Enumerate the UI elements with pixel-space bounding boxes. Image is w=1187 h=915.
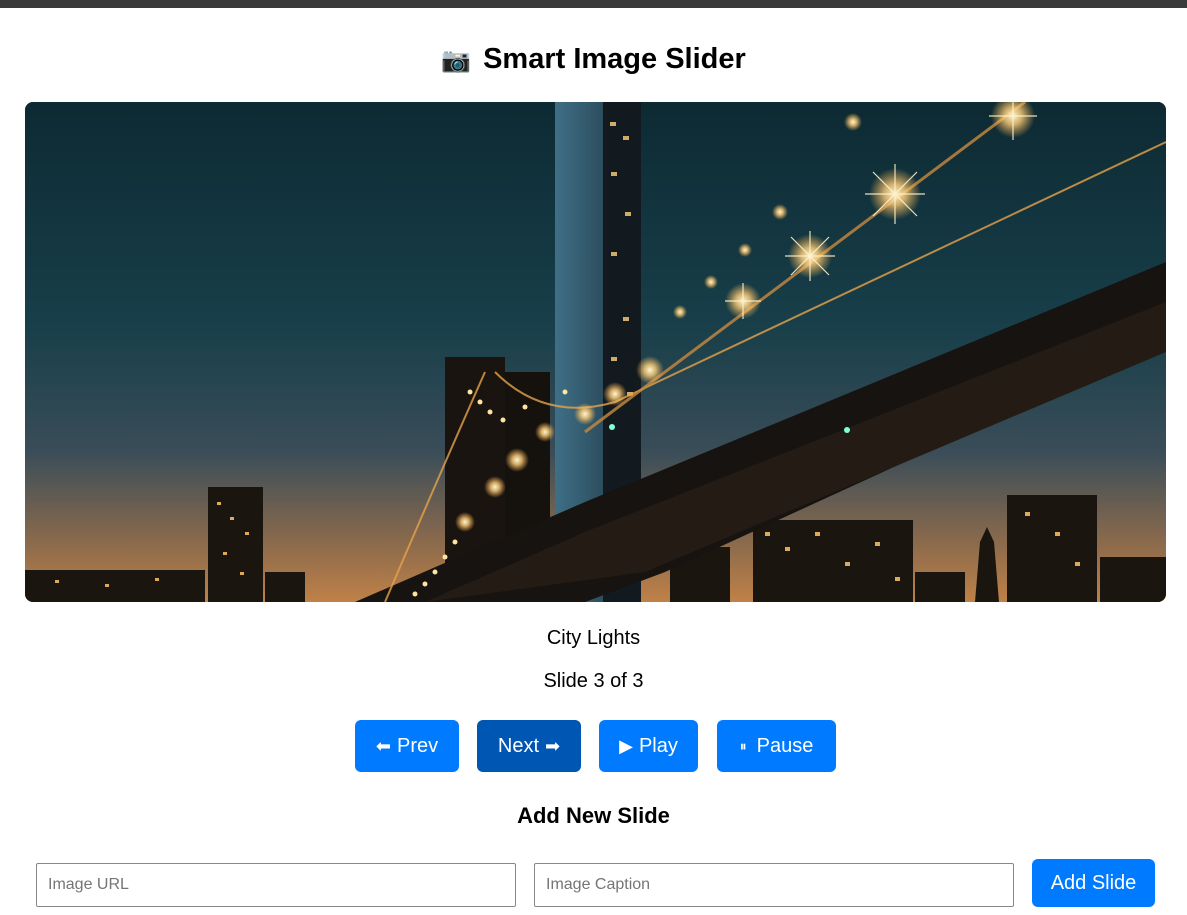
play-icon: ▶ <box>619 735 633 756</box>
page-title: 📷 Smart Image Slider <box>0 40 1187 78</box>
pause-icon: ⏸ <box>739 737 747 754</box>
city-bridge-night-image <box>25 102 1166 602</box>
next-button[interactable]: Next ➡ <box>477 720 581 772</box>
add-slide-heading: Add New Slide <box>517 803 670 828</box>
image-caption-input[interactable] <box>534 863 1014 907</box>
prev-button[interactable]: ⬅ Prev <box>355 720 459 772</box>
arrow-left-icon: ⬅ <box>375 735 391 756</box>
prev-button-label: Prev <box>396 734 439 757</box>
slide-caption: City Lights <box>546 627 641 649</box>
window-top-bar <box>0 0 1187 8</box>
slide-image <box>25 102 1166 602</box>
play-button-label: Play <box>638 734 678 757</box>
image-url-input[interactable] <box>36 863 516 907</box>
play-button[interactable]: ▶ Play <box>599 720 698 772</box>
camera-icon: 📷 <box>441 47 472 74</box>
page-title-text: Smart Image Slider <box>483 43 746 75</box>
slide-counter: Slide 3 of 3 <box>543 670 644 692</box>
next-button-label: Next <box>497 734 540 757</box>
add-slide-button[interactable]: Add Slide <box>1032 859 1155 907</box>
pause-button[interactable]: ⏸ Pause <box>717 720 836 772</box>
pause-button-label: Pause <box>756 734 814 757</box>
arrow-right-icon: ➡ <box>545 735 561 756</box>
